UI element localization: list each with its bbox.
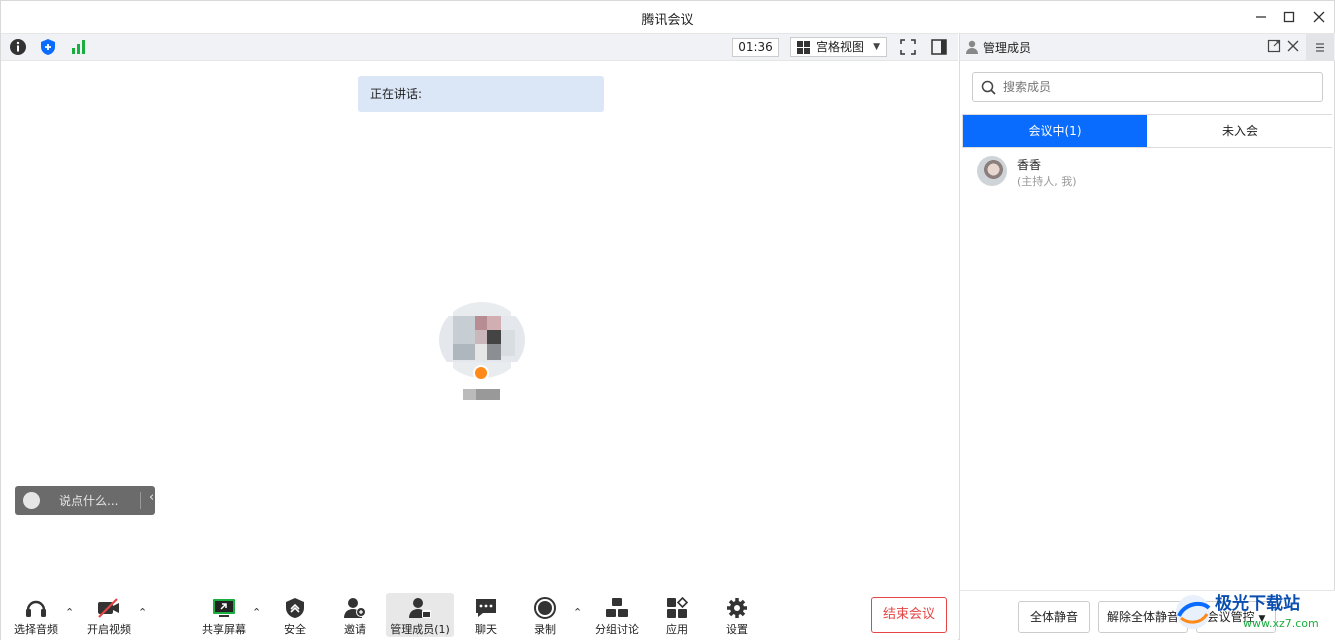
video-area: 正在讲话: 说点什么... ‹ — [1, 62, 958, 590]
panel-title: 管理成员 — [983, 41, 1032, 55]
member-name: 香香 — [1017, 158, 1042, 172]
minimize-icon[interactable] — [1249, 5, 1273, 29]
video-label: 开启视频 — [87, 623, 131, 636]
view-mode-dropdown[interactable]: 宫格视图 ▼ — [790, 37, 887, 57]
person-icon — [966, 40, 978, 54]
signal-icon[interactable] — [69, 38, 87, 56]
caret-down-icon: ▼ — [873, 42, 880, 52]
watermark-title: 极光下载站 — [1215, 593, 1300, 614]
meeting-timer: 01:36 — [732, 38, 779, 57]
audio-label: 选择音频 — [14, 623, 58, 636]
maximize-icon[interactable] — [1277, 5, 1301, 29]
share-screen-icon — [213, 599, 235, 617]
video-off-icon — [98, 598, 119, 618]
end-meeting-button[interactable]: 结束会议 — [871, 597, 947, 633]
shield-icon[interactable] — [39, 38, 57, 56]
pop-out-icon[interactable] — [1267, 39, 1281, 53]
members-icon — [409, 598, 431, 618]
security-button[interactable]: 安全 — [277, 593, 313, 637]
host-badge-icon — [473, 365, 489, 381]
members-panel: 管理成员 会议中(1) 未入会 香香 (主持人, 我) 全体静音 解除全体静音 … — [959, 33, 1335, 640]
speaking-indicator: 正在讲话: — [358, 76, 604, 112]
panel-header: 管理成员 — [960, 33, 1335, 61]
share-screen-button[interactable]: 共享屏幕 — [199, 593, 249, 637]
tab-not-joined[interactable]: 未入会 — [1148, 115, 1332, 147]
fullscreen-icon[interactable] — [899, 38, 917, 56]
gear-icon — [727, 598, 747, 618]
invite-button[interactable]: 邀请 — [337, 593, 373, 637]
chat-quick-input[interactable]: 说点什么... ‹ — [15, 486, 155, 515]
apps-label: 应用 — [666, 623, 688, 636]
grid-icon — [797, 41, 810, 54]
security-label: 安全 — [284, 623, 306, 636]
record-label: 录制 — [534, 623, 556, 636]
collapse-chevron-icon[interactable]: ‹ — [149, 490, 154, 505]
meeting-topbar: 01:36 宫格视图 ▼ — [1, 33, 958, 61]
watermark-url: www.xz7.com — [1243, 617, 1319, 630]
member-search-box[interactable] — [972, 72, 1323, 102]
breakout-icon — [606, 598, 628, 617]
invite-label: 邀请 — [344, 623, 366, 636]
search-icon — [981, 80, 996, 95]
menu-icon[interactable] — [1306, 34, 1334, 61]
close-panel-icon[interactable] — [1286, 39, 1300, 53]
title-bar: 腾讯会议 — [1, 1, 1334, 33]
tab-in-meeting[interactable]: 会议中(1) — [963, 115, 1147, 147]
chat-button[interactable]: 聊天 — [468, 593, 504, 637]
breakout-button[interactable]: 分组讨论 — [592, 593, 642, 637]
divider — [140, 492, 141, 509]
sidebar-toggle-icon[interactable] — [930, 38, 948, 56]
view-mode-label: 宫格视图 — [816, 40, 865, 54]
record-button[interactable]: 录制 — [527, 593, 563, 637]
video-button[interactable]: 开启视频 — [83, 593, 135, 637]
record-icon — [534, 597, 556, 619]
info-icon[interactable] — [9, 38, 27, 56]
headset-icon — [26, 600, 46, 617]
emoji-icon[interactable] — [23, 492, 40, 509]
watermark: 极光下载站 www.xz7.com — [1173, 587, 1333, 637]
chat-placeholder: 说点什么... — [59, 494, 119, 508]
members-label: 管理成员(1) — [390, 623, 450, 636]
member-row[interactable]: 香香 (主持人, 我) — [960, 151, 1335, 193]
close-icon[interactable] — [1307, 5, 1331, 29]
add-person-icon — [344, 598, 366, 618]
avatar — [977, 156, 1007, 186]
video-options-chevron-icon[interactable]: ⌃ — [138, 606, 147, 619]
window-title: 腾讯会议 — [641, 13, 694, 28]
meeting-window: 腾讯会议 01:36 宫格视图 ▼ 正在讲话: 说点什么... ‹ 选择音频 ⌃… — [0, 0, 1335, 640]
share-label: 共享屏幕 — [202, 623, 246, 636]
participant-name-blurred — [463, 389, 500, 400]
member-search-input[interactable] — [1003, 77, 1313, 97]
apps-icon — [667, 597, 689, 618]
settings-button[interactable]: 设置 — [719, 593, 755, 637]
bottom-toolbar: 选择音频 ⌃ 开启视频 ⌃ 共享屏幕 ⌃ 安全 邀请 管理成员(1) 聊天 录制… — [1, 590, 958, 640]
chat-label: 聊天 — [475, 623, 497, 636]
audio-button[interactable]: 选择音频 — [11, 593, 61, 637]
member-role: (主持人, 我) — [1017, 175, 1077, 188]
security-shield-icon — [286, 598, 304, 618]
chat-icon — [476, 599, 496, 617]
manage-members-button[interactable]: 管理成员(1) — [386, 593, 454, 637]
breakout-label: 分组讨论 — [595, 623, 639, 636]
audio-options-chevron-icon[interactable]: ⌃ — [65, 606, 74, 619]
share-options-chevron-icon[interactable]: ⌃ — [252, 606, 261, 619]
member-tabs: 会议中(1) 未入会 — [962, 114, 1332, 148]
apps-button[interactable]: 应用 — [659, 593, 695, 637]
mute-all-button[interactable]: 全体静音 — [1018, 601, 1090, 633]
record-options-chevron-icon[interactable]: ⌃ — [573, 606, 582, 619]
settings-label: 设置 — [726, 623, 748, 636]
